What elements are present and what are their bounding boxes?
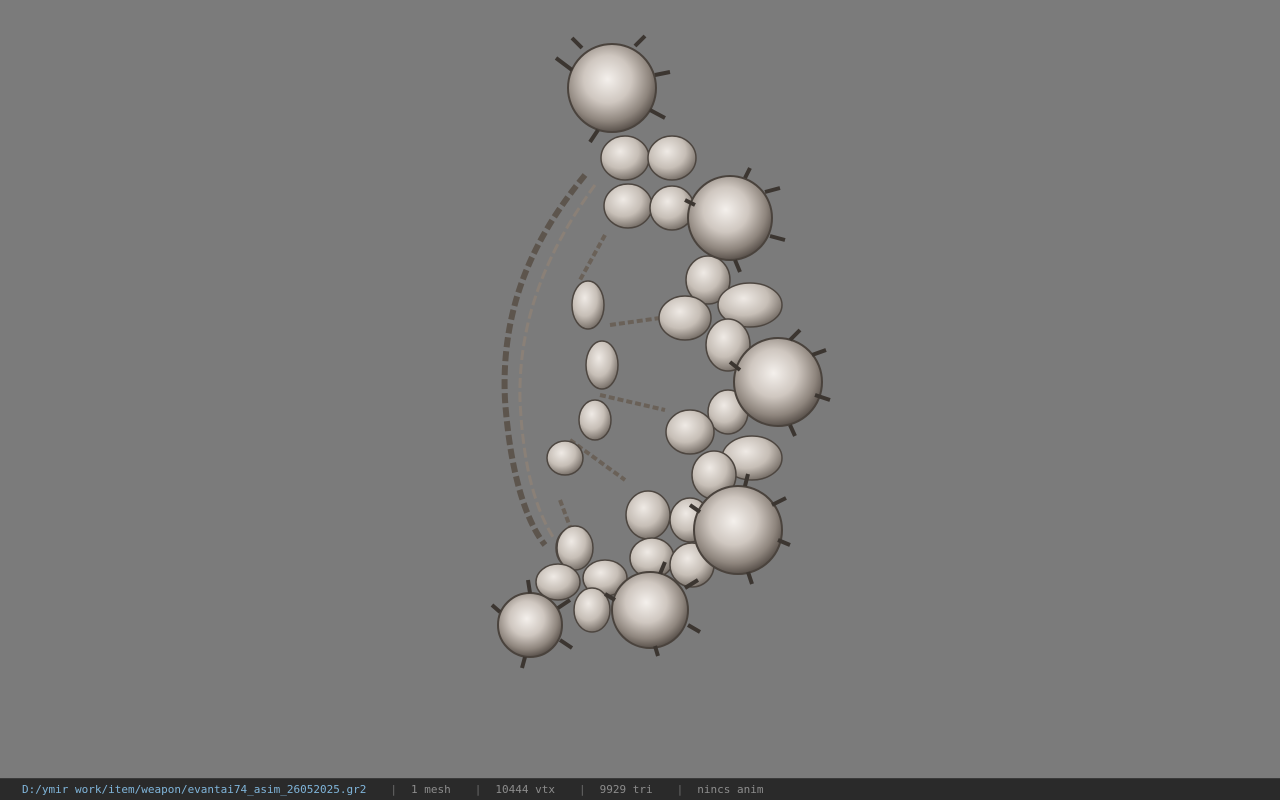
beads (546, 280, 619, 569)
separator: | (578, 783, 586, 796)
separator: | (676, 783, 684, 796)
mesh-count: 1 mesh (411, 783, 451, 796)
status-bar: D:/ymir work/item/weapon/evantai74_asim_… (0, 778, 1280, 800)
outer-chain (501, 173, 597, 547)
vertex-count: 10444 vtx (495, 783, 555, 796)
anim-status: nincs anim (697, 783, 764, 796)
separator: | (474, 783, 482, 796)
file-path: D:/ymir work/item/weapon/evantai74_asim_… (22, 783, 367, 796)
triangle-count: 9929 tri (599, 783, 653, 796)
model-render (490, 34, 831, 669)
3d-viewport[interactable] (0, 0, 1280, 778)
separator: | (390, 783, 397, 796)
